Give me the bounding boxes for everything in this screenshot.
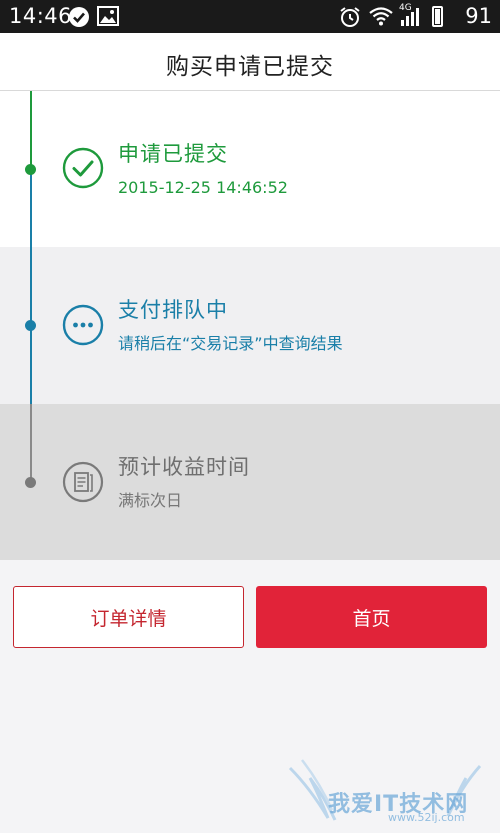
status-bar: 14:46 4G 91 (0, 0, 500, 33)
step-payment-queue: 支付排队中 请稍后在“交易记录”中查询结果 (0, 247, 500, 404)
timeline-line (30, 169, 32, 247)
order-details-button[interactable]: 订单详情 (13, 586, 244, 648)
status-time: 14:46 (9, 4, 73, 28)
watermark-url: www.52ij.com (388, 811, 465, 824)
timeline-dot (25, 164, 36, 175)
step-title: 预计收益时间 (118, 455, 250, 479)
more-dots-icon (62, 304, 104, 346)
page-title: 购买申请已提交 (166, 54, 334, 80)
step-title: 申请已提交 (118, 142, 228, 166)
check-circle-icon (69, 7, 89, 27)
step-submitted: 申请已提交 2015-12-25 14:46:52 (0, 91, 500, 247)
check-circle-icon (62, 147, 104, 189)
battery-level: 91 (465, 4, 492, 28)
timeline-dot (25, 320, 36, 331)
step-timestamp: 2015-12-25 14:46:52 (118, 178, 288, 197)
signal-icon (401, 8, 419, 26)
timeline-line (30, 91, 32, 169)
timeline-line (30, 404, 32, 482)
battery-icon (432, 6, 443, 27)
wifi-icon (369, 7, 393, 26)
home-button[interactable]: 首页 (256, 586, 487, 648)
document-icon (62, 461, 104, 503)
step-title: 支付排队中 (118, 298, 228, 322)
app-header: 购买申请已提交 (0, 33, 500, 91)
image-icon (97, 6, 119, 26)
timeline-dot (25, 477, 36, 488)
step-expected-earnings: 预计收益时间 满标次日 (0, 404, 500, 560)
step-description: 请稍后在“交易记录”中查询结果 (118, 334, 343, 353)
alarm-icon (340, 7, 360, 27)
step-description: 满标次日 (118, 491, 183, 510)
